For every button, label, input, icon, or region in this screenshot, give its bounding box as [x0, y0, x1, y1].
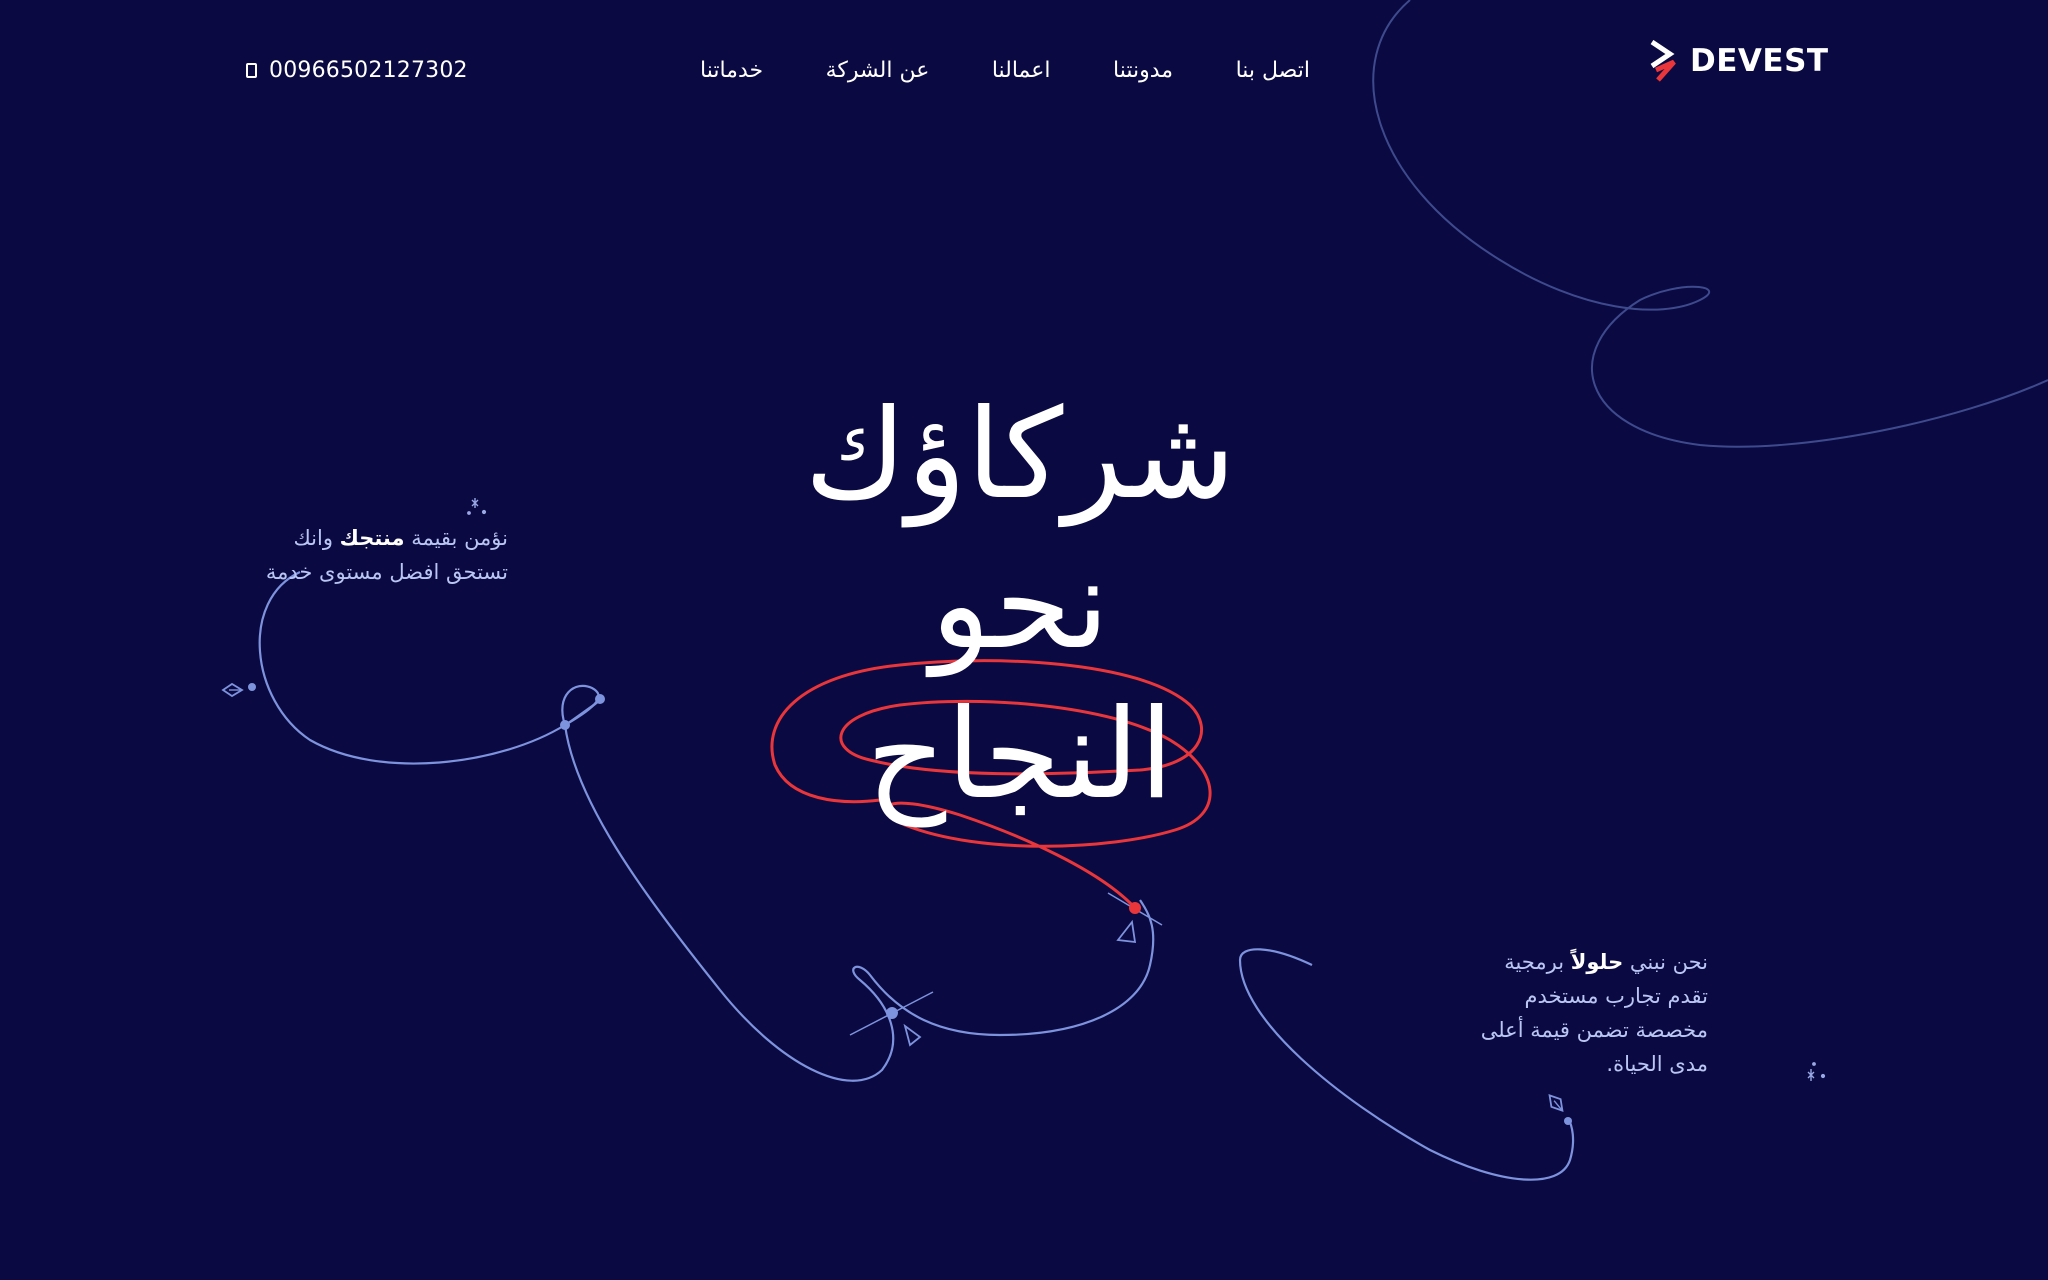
sparkle-icon: [467, 498, 487, 515]
page: DEVEST خدماتنا عن الشركة اعمالنا مدونتنا…: [0, 0, 2048, 1280]
pen-nib-icon: [1548, 1093, 1564, 1113]
blurb-line: مخصصة تضمن قيمة أعلى: [1480, 1018, 1708, 1042]
sparkle-icon: [1807, 1062, 1826, 1081]
value-statement-left: نؤمن بقيمة منتجك وانك تستحق افضل مستوى خ…: [200, 521, 508, 589]
blurb-line: نحن نبني حلولاً برمجية: [1390, 945, 1708, 979]
handle-line: [849, 991, 934, 1036]
anchor-point: [560, 720, 570, 730]
pen-nib-icon: [221, 682, 244, 698]
phone-icon: [246, 62, 257, 78]
handle-line: [564, 699, 601, 726]
blurb-line: مدى الحياة.: [1606, 1052, 1708, 1076]
cursor-arrow-icon: [1116, 919, 1137, 944]
anchor-point: [886, 1007, 898, 1019]
handle-line: [1107, 892, 1163, 926]
hero-heading: شركاؤك نحو النجاح: [700, 380, 1340, 830]
hero-line-success: النجاح: [866, 683, 1174, 827]
blurb-text: نؤمن بقيمة: [404, 526, 508, 550]
blurb-line: نؤمن بقيمة منتجك وانك: [200, 521, 508, 555]
nav-item-services[interactable]: خدماتنا: [700, 58, 763, 83]
blurb-line: تقدم تجارب مستخدم: [1524, 984, 1708, 1008]
cursor-arrow-icon: [903, 1023, 922, 1047]
blurb-text: نحن نبني: [1623, 950, 1708, 974]
anchor-point: [248, 683, 256, 691]
anchor-point: [1129, 902, 1141, 914]
blurb-text: برمجية: [1504, 950, 1571, 974]
phone-link[interactable]: 00966502127302: [246, 52, 468, 88]
nav-item-blog[interactable]: مدونتنا: [1113, 58, 1173, 83]
nav-item-contact[interactable]: اتصل بنا: [1236, 58, 1310, 83]
left-blue-curve: [258, 571, 601, 765]
left-loop-curve: [561, 684, 600, 726]
logo-chevron-icon: [1650, 40, 1676, 82]
logo-text: DEVEST: [1690, 43, 1829, 79]
blurb-highlight: حلولاً: [1570, 950, 1624, 974]
anchor-point: [595, 694, 605, 704]
hero-line-partners: شركاؤك: [804, 383, 1236, 527]
value-statement-right: نحن نبني حلولاً برمجية تقدم تجارب مستخدم…: [1390, 945, 1708, 1081]
hero-line-towards: نحو: [930, 533, 1110, 677]
blurb-line: تستحق افضل مستوى خدمة: [265, 560, 508, 584]
blurb-text: وانك: [293, 526, 340, 550]
brand-logo[interactable]: DEVEST: [1648, 38, 1829, 84]
anchor-point: [1564, 1117, 1572, 1125]
main-nav: خدماتنا عن الشركة اعمالنا مدونتنا اتصل ب…: [700, 52, 1310, 88]
phone-number: 00966502127302: [269, 57, 468, 83]
nav-item-works[interactable]: اعمالنا: [992, 58, 1051, 83]
nav-item-about[interactable]: عن الشركة: [826, 58, 930, 83]
blurb-highlight: منتجك: [339, 526, 405, 550]
